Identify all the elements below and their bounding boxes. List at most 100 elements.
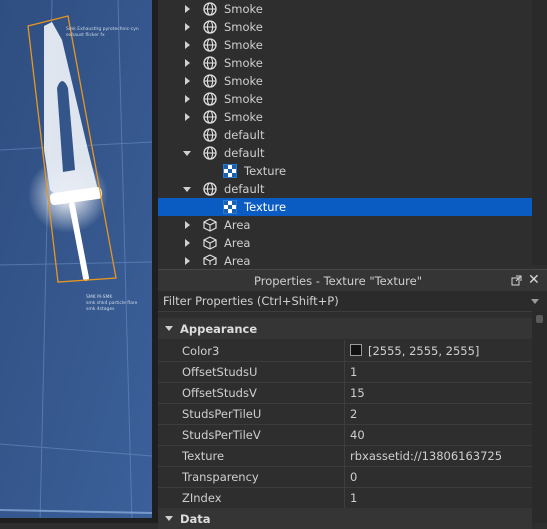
property-name: StudsPerTileU [182, 407, 262, 421]
viewport-3d[interactable]: Smk Exhaustlrg pyrotechnic-cyn exhaust f… [0, 0, 152, 523]
property-name: Texture [182, 449, 225, 463]
texture-icon [223, 164, 237, 178]
property-row[interactable]: Transparency 0 [158, 466, 532, 488]
property-value[interactable]: 1 [350, 491, 357, 505]
particle-emitter-icon [203, 38, 217, 52]
properties-scrollbar[interactable] [532, 311, 547, 523]
particle-emitter-icon [203, 92, 217, 106]
tree-item[interactable]: default [158, 180, 532, 198]
property-value[interactable]: 0 [350, 470, 357, 484]
filter-properties-input[interactable]: Filter Properties (Ctrl+Shift+P) [158, 291, 547, 312]
expand-arrow-right-icon[interactable] [185, 257, 190, 265]
tree-item-label: Smoke [224, 56, 263, 70]
property-value[interactable]: [2555, 2555, 2555] [350, 344, 479, 358]
property-value[interactable]: 40 [350, 428, 365, 442]
tree-item[interactable]: default [158, 144, 532, 162]
particle-emitter-icon [203, 182, 217, 196]
property-value[interactable]: 15 [350, 386, 365, 400]
properties-title: Properties - Texture "Texture" [253, 274, 422, 288]
property-value[interactable]: rbxassetid://13806163725 [350, 449, 502, 463]
tree-item-label: Smoke [224, 20, 263, 34]
section-title: Data [180, 512, 211, 526]
properties-header: Properties - Texture "Texture" ✕ [158, 269, 547, 292]
float-window-icon[interactable] [511, 275, 522, 289]
expand-arrow-right-icon[interactable] [185, 113, 190, 121]
expand-arrow-right-icon[interactable] [185, 95, 190, 103]
property-row[interactable]: ZIndex 1 [158, 487, 532, 509]
expand-arrow-right-icon[interactable] [185, 59, 190, 67]
tree-item-label: Area [224, 218, 251, 232]
property-row[interactable]: OffsetStudsV 15 [158, 382, 532, 404]
column-divider[interactable] [344, 424, 345, 445]
tree-item-label: Smoke [224, 110, 263, 124]
property-value[interactable]: 2 [350, 407, 357, 421]
expand-arrow-down-icon[interactable] [183, 151, 191, 156]
explorer-scrollbar[interactable] [532, 0, 547, 265]
tree-item-label: default [224, 182, 265, 196]
property-row[interactable]: OffsetStudsU 1 [158, 361, 532, 383]
chevron-down-icon[interactable] [531, 299, 539, 304]
property-section[interactable]: Data [158, 508, 532, 529]
column-divider[interactable] [344, 466, 345, 487]
tree-item-label: Area [224, 254, 251, 265]
collapse-arrow-icon[interactable] [165, 516, 173, 521]
tree-item[interactable]: Area [158, 216, 532, 234]
property-name: Transparency [182, 470, 259, 484]
tree-item[interactable]: Texture [158, 198, 532, 216]
tree-item[interactable]: Smoke [158, 18, 532, 36]
particle-emitter-icon [203, 74, 217, 88]
particle-emitter-icon [203, 110, 217, 124]
property-name: Color3 [182, 344, 220, 358]
texture-icon [223, 200, 237, 214]
property-row[interactable]: Color3 [2555, 2555, 2555] [158, 340, 532, 362]
property-name: OffsetStudsU [182, 365, 258, 379]
tree-item[interactable]: default [158, 126, 532, 144]
column-divider[interactable] [344, 403, 345, 424]
collapse-arrow-icon[interactable] [165, 326, 173, 331]
tree-item-label: default [224, 146, 265, 160]
tree-item[interactable]: Smoke [158, 0, 532, 18]
property-value[interactable]: 1 [350, 365, 357, 379]
column-divider[interactable] [344, 340, 345, 361]
tree-item[interactable]: Smoke [158, 90, 532, 108]
color-swatch[interactable] [350, 344, 362, 356]
property-row[interactable]: Texture rbxassetid://13806163725 [158, 445, 532, 467]
particle-emitter-icon [203, 128, 217, 142]
expand-arrow-down-icon[interactable] [183, 187, 191, 192]
expand-arrow-right-icon[interactable] [185, 239, 190, 247]
property-row[interactable]: StudsPerTileV 40 [158, 424, 532, 446]
filter-placeholder: Filter Properties (Ctrl+Shift+P) [163, 294, 339, 308]
particle-emitter-icon [203, 56, 217, 70]
section-title: Appearance [180, 322, 258, 336]
column-divider[interactable] [344, 445, 345, 466]
expand-arrow-right-icon[interactable] [185, 77, 190, 85]
viewport-scene: Smk Exhaustlrg pyrotechnic-cyn exhaust f… [0, 0, 152, 523]
tree-item-label: Smoke [224, 2, 263, 16]
column-divider[interactable] [344, 487, 345, 508]
property-name: ZIndex [182, 491, 222, 505]
tree-item[interactable]: Texture [158, 162, 532, 180]
expand-arrow-right-icon[interactable] [185, 41, 190, 49]
property-row[interactable]: StudsPerTileU 2 [158, 403, 532, 425]
particle-emitter-icon [203, 2, 217, 16]
expand-arrow-right-icon[interactable] [185, 23, 190, 31]
expand-arrow-right-icon[interactable] [185, 221, 190, 229]
tree-item[interactable]: Area [158, 234, 532, 252]
explorer-panel: Smoke Smoke Smoke Smoke Smoke Smoke Smoke defau… [158, 0, 547, 265]
properties-grid: Appearance Color3 [2555, 2555, 2555] Offset… [158, 318, 532, 529]
column-divider[interactable] [344, 361, 345, 382]
column-divider[interactable] [344, 382, 345, 403]
tree-item-label: Area [224, 236, 251, 250]
scroll-thumb[interactable] [536, 315, 543, 323]
tree-item[interactable]: Smoke [158, 72, 532, 90]
tree-item[interactable]: Smoke [158, 54, 532, 72]
tree-item[interactable]: Area [158, 252, 532, 265]
property-section[interactable]: Appearance [158, 318, 532, 339]
tree-item-label: Texture [244, 200, 287, 214]
tree-item[interactable]: Smoke [158, 36, 532, 54]
tree-item-label: Smoke [224, 92, 263, 106]
expand-arrow-right-icon[interactable] [185, 5, 190, 13]
tree-item[interactable]: Smoke [158, 108, 532, 126]
part-icon [203, 236, 217, 250]
close-icon[interactable]: ✕ [528, 272, 540, 288]
